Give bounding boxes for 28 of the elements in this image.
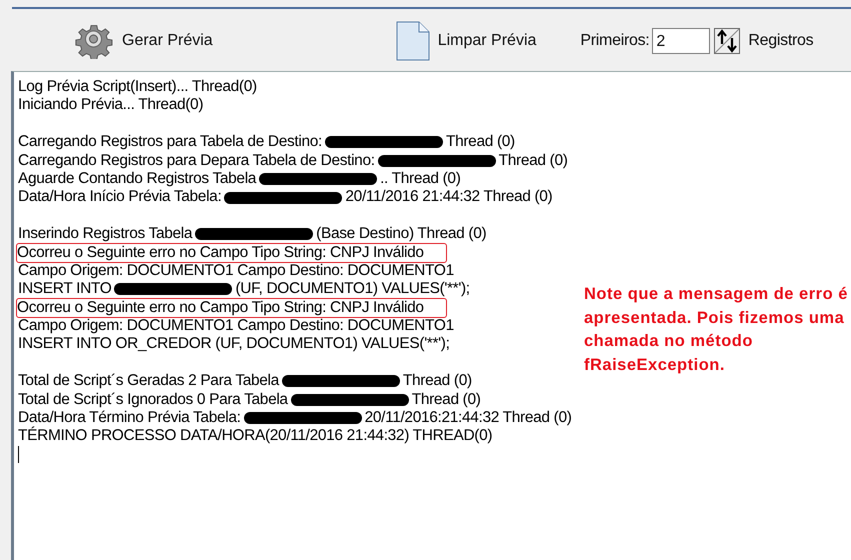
highlighted-log-line: Ocorreu o Seguinte erro no Campo Tipo String: CNPJ Inválido <box>17 244 446 262</box>
highlighted-log-line: Ocorreu o Seguinte erro no Campo Tipo String: CNPJ Inválido <box>17 298 446 318</box>
log-line: Inserindo Registros Tabela (Base Destino) Thread (0) <box>18 225 486 244</box>
count-suffix: Registros <box>748 32 814 50</box>
log-line: Campo Origem: DOCUMENTO1 Campo Destino: DOCUMENTO1 <box>18 317 454 336</box>
log-line: Total de Script´s Geradas 2 Para Tabela Thread (0) <box>18 372 472 391</box>
log-line: TÉRMINO PROCESSO DATA/HORA(20/11/2016 21:44:32) THREAD(0) <box>18 427 492 446</box>
spin-arrows-icon[interactable] <box>714 28 740 54</box>
log-line: Campo Origem: DOCUMENTO1 Campo Destino: DOCUMENTO1 <box>18 262 454 280</box>
log-text-area[interactable] <box>11 71 851 560</box>
generate-preview-button[interactable]: Gerar Prévia <box>74 23 213 59</box>
document-icon <box>396 21 430 61</box>
log-line: Data/Hora Término Prévia Tabela: 20/11/2016:21:44:32 Thread (0) <box>18 409 572 426</box>
clear-preview-button[interactable]: Limpar Prévia <box>396 21 536 61</box>
log-line: Log Prévia Script(Insert)... Thread(0) <box>18 78 257 96</box>
log-line: Data/Hora Início Prévia Tabela: 20/11/2016 21:44:32 Thread (0) <box>18 188 552 207</box>
count-field[interactable]: 2 <box>652 28 710 54</box>
log-line: Iniciando Prévia... Thread(0) <box>18 96 204 115</box>
log-line: INSERT INTO OR_CREDOR (UF, DOCUMENTO1) VALUES('**'); <box>18 335 450 354</box>
count-label: Primeiros: <box>580 32 650 50</box>
log-line: Total de Script´s Ignorados 0 Para Tabela Thread (0) <box>18 390 481 410</box>
log-line: INSERT INTO (UF, DOCUMENTO1) VALUES('**'); <box>18 280 470 299</box>
annotation-note: Note que a mensagem de erro é apresentada. Pois fizemos uma chamada no método fRaiseException. <box>584 284 849 376</box>
log-line: Carregando Registros para Tabela de Destino: Thread (0) <box>18 133 515 152</box>
text-cursor <box>18 446 19 463</box>
log-line: Aguarde Contando Registros Tabela .. Thread (0) <box>18 170 461 188</box>
log-line: Carregando Registros para Depara Tabela de Destino: Thread (0) <box>18 152 568 170</box>
gear-icon <box>74 23 114 59</box>
